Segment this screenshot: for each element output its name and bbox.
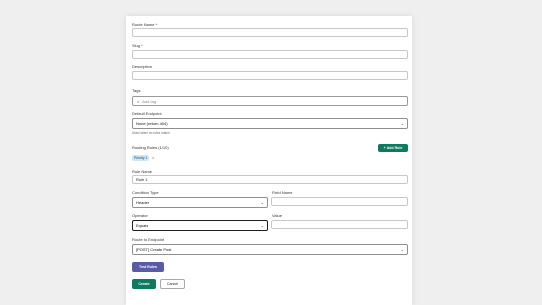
value-label: Value: [272, 213, 282, 218]
default-endpoint-label: Default Endpoint: [132, 111, 162, 116]
condition-type-value: Header: [136, 200, 150, 205]
chevron-down-icon: ⌄: [400, 121, 404, 126]
operator-select[interactable]: Equals ⌄: [132, 220, 268, 231]
field-name-input[interactable]: [271, 197, 408, 206]
route-form-panel: Route Name * Slug * Description Tags ⌕ Ad…: [126, 16, 412, 305]
test-rules-button[interactable]: Test Rules: [132, 262, 164, 272]
slug-input[interactable]: [132, 50, 408, 59]
cancel-button[interactable]: Cancel: [160, 279, 185, 289]
operator-value: Equals: [136, 223, 149, 228]
route-to-endpoint-label: Route to Endpoint: [132, 237, 165, 242]
value-input[interactable]: [271, 220, 408, 229]
description-input[interactable]: [132, 71, 408, 80]
create-button[interactable]: Create: [132, 279, 156, 289]
field-name-label: Field Name: [272, 190, 293, 195]
rule-name-input[interactable]: Rule 1: [132, 175, 408, 184]
tags-input[interactable]: ⌕ Add tag: [132, 96, 408, 106]
route-name-input[interactable]: [132, 28, 408, 37]
rule-name-label: Rule Name: [132, 169, 153, 174]
default-endpoint-select[interactable]: None (return 404) ⌄: [132, 118, 408, 129]
routing-rules-label: Routing Rules (1/10): [132, 145, 169, 150]
tags-label: Tags: [132, 88, 141, 93]
default-endpoint-hint: Used when no rules match: [132, 131, 170, 135]
operator-label: Operator: [132, 213, 148, 218]
condition-type-select[interactable]: Header ⌄: [132, 197, 268, 208]
chevron-down-icon: ⌄: [400, 247, 404, 252]
remove-rule-icon[interactable]: ×: [152, 155, 154, 161]
default-endpoint-value: None (return 404): [136, 121, 168, 126]
add-rule-button[interactable]: + Add Rule: [378, 144, 408, 152]
priority-badge: Priority 1: [132, 155, 150, 161]
slug-label: Slug *: [132, 43, 143, 48]
description-label: Description: [132, 64, 153, 69]
route-to-endpoint-value: [POST] Create Post: [136, 247, 172, 252]
tag-icon: ⌕: [137, 99, 140, 104]
tags-placeholder: Add tag: [142, 99, 157, 104]
route-name-label: Route Name *: [132, 22, 158, 27]
route-to-endpoint-select[interactable]: [POST] Create Post ⌄: [132, 244, 408, 255]
chevron-down-icon: ⌄: [260, 200, 264, 205]
chevron-down-icon: ⌄: [260, 223, 264, 228]
condition-type-label: Condition Type: [132, 190, 159, 195]
